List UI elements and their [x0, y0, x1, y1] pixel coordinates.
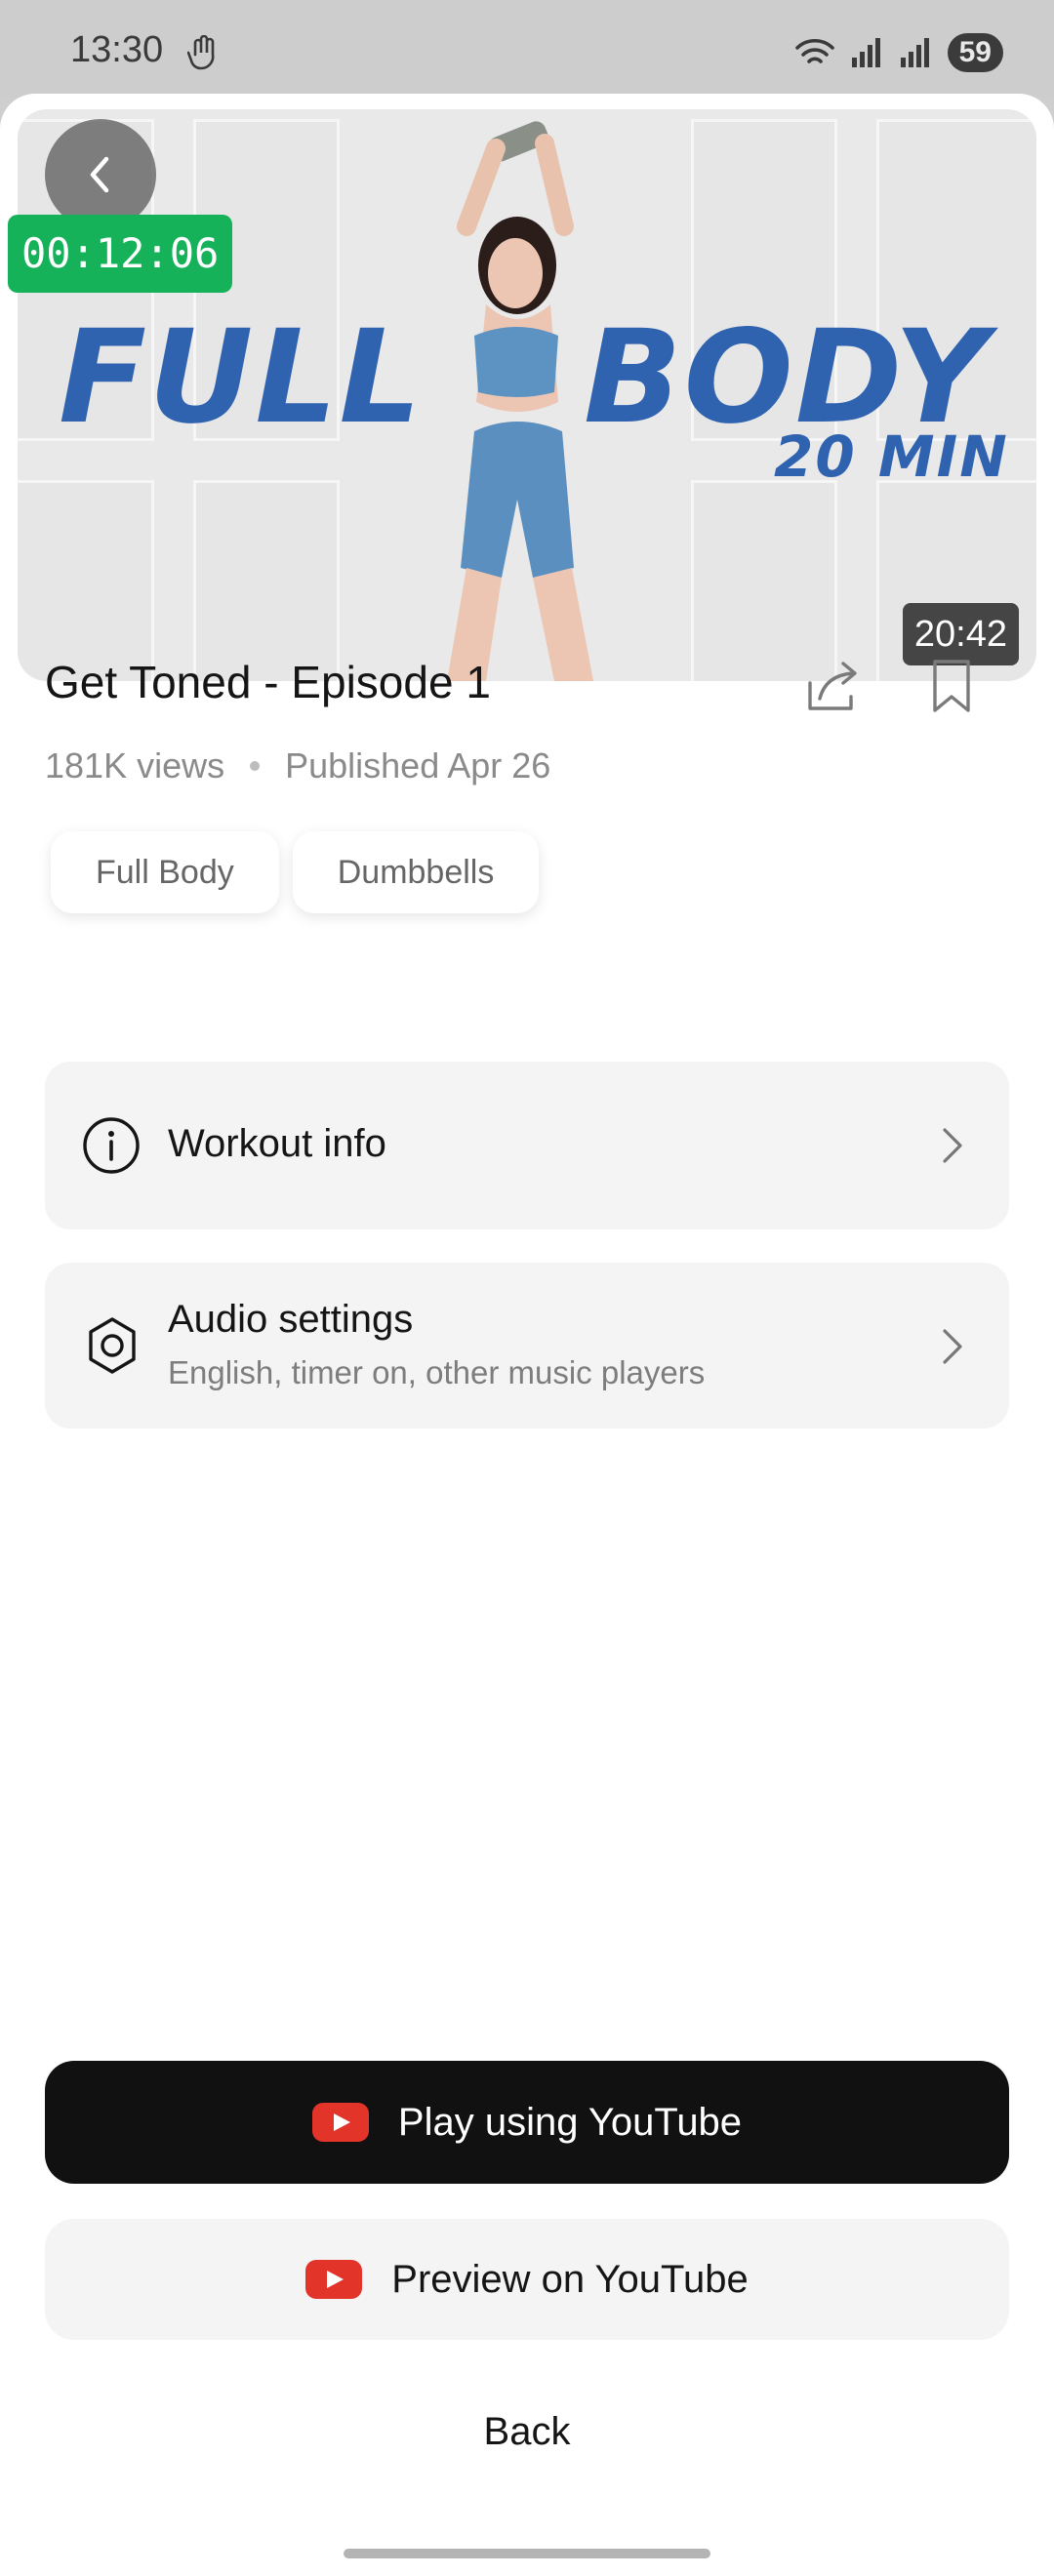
audio-settings-row[interactable]: Audio settings English, timer on, other … [45, 1263, 1009, 1429]
status-icons: 59 [793, 33, 1003, 72]
share-icon [808, 662, 857, 710]
status-bar: 13:30 59 [0, 0, 1054, 98]
preview-on-youtube-button[interactable]: Preview on YouTube [45, 2219, 1009, 2340]
bookmark-icon [933, 660, 970, 712]
preview-button-label: Preview on YouTube [391, 2257, 749, 2301]
hand-icon [186, 34, 221, 77]
wifi-icon [794, 38, 834, 63]
audio-settings-summary: English, timer on, other music players [168, 1354, 706, 1390]
back-link[interactable]: Back [0, 2410, 1054, 2454]
signal-icon [851, 38, 880, 67]
tag-full-body[interactable]: Full Body [51, 831, 279, 913]
info-icon [82, 1116, 141, 1180]
signal-icon [900, 38, 929, 67]
play-on-youtube-button[interactable]: Play using YouTube [45, 2061, 1009, 2184]
video-duration-badge: 20:42 [902, 603, 1019, 665]
thumbnail-word-full: FULL [59, 302, 424, 453]
view-count: 181K views [45, 745, 225, 785]
status-time: 13:30 [70, 29, 164, 70]
workout-info-label: Workout info [168, 1122, 386, 1165]
workout-detail-sheet: FULL BODY 20 MIN 20:42 00:12:06 Get Tone… [0, 94, 1054, 2576]
published-date: Published Apr 26 [285, 745, 551, 785]
youtube-icon [305, 2260, 363, 2299]
chevron-right-icon [941, 1327, 964, 1371]
audio-settings-label: Audio settings [168, 1298, 414, 1341]
video-thumbnail[interactable]: FULL BODY 20 MIN 20:42 [18, 109, 1036, 681]
video-meta: 181K views Published Apr 26 [45, 745, 550, 786]
chevron-left-icon [90, 156, 109, 193]
battery-indicator: 59 [947, 33, 1003, 72]
tag-list: Full Body Dumbbells [51, 831, 540, 913]
separator-dot [250, 761, 261, 771]
thumbnail-word-duration: 20 MIN [774, 423, 1009, 490]
home-indicator[interactable] [344, 2549, 710, 2558]
workout-info-row[interactable]: Workout info [45, 1062, 1009, 1229]
play-button-label: Play using YouTube [397, 2100, 743, 2144]
bookmark-button[interactable] [927, 658, 976, 714]
share-button[interactable] [802, 654, 865, 716]
elapsed-timer-badge: 00:12:06 [8, 215, 233, 293]
tag-dumbbells[interactable]: Dumbbells [292, 831, 540, 913]
gear-icon [82, 1315, 142, 1381]
workout-title: Get Toned - Episode 1 [45, 657, 491, 707]
youtube-icon [311, 2103, 369, 2142]
back-button[interactable] [45, 119, 156, 230]
chevron-right-icon [941, 1126, 964, 1170]
